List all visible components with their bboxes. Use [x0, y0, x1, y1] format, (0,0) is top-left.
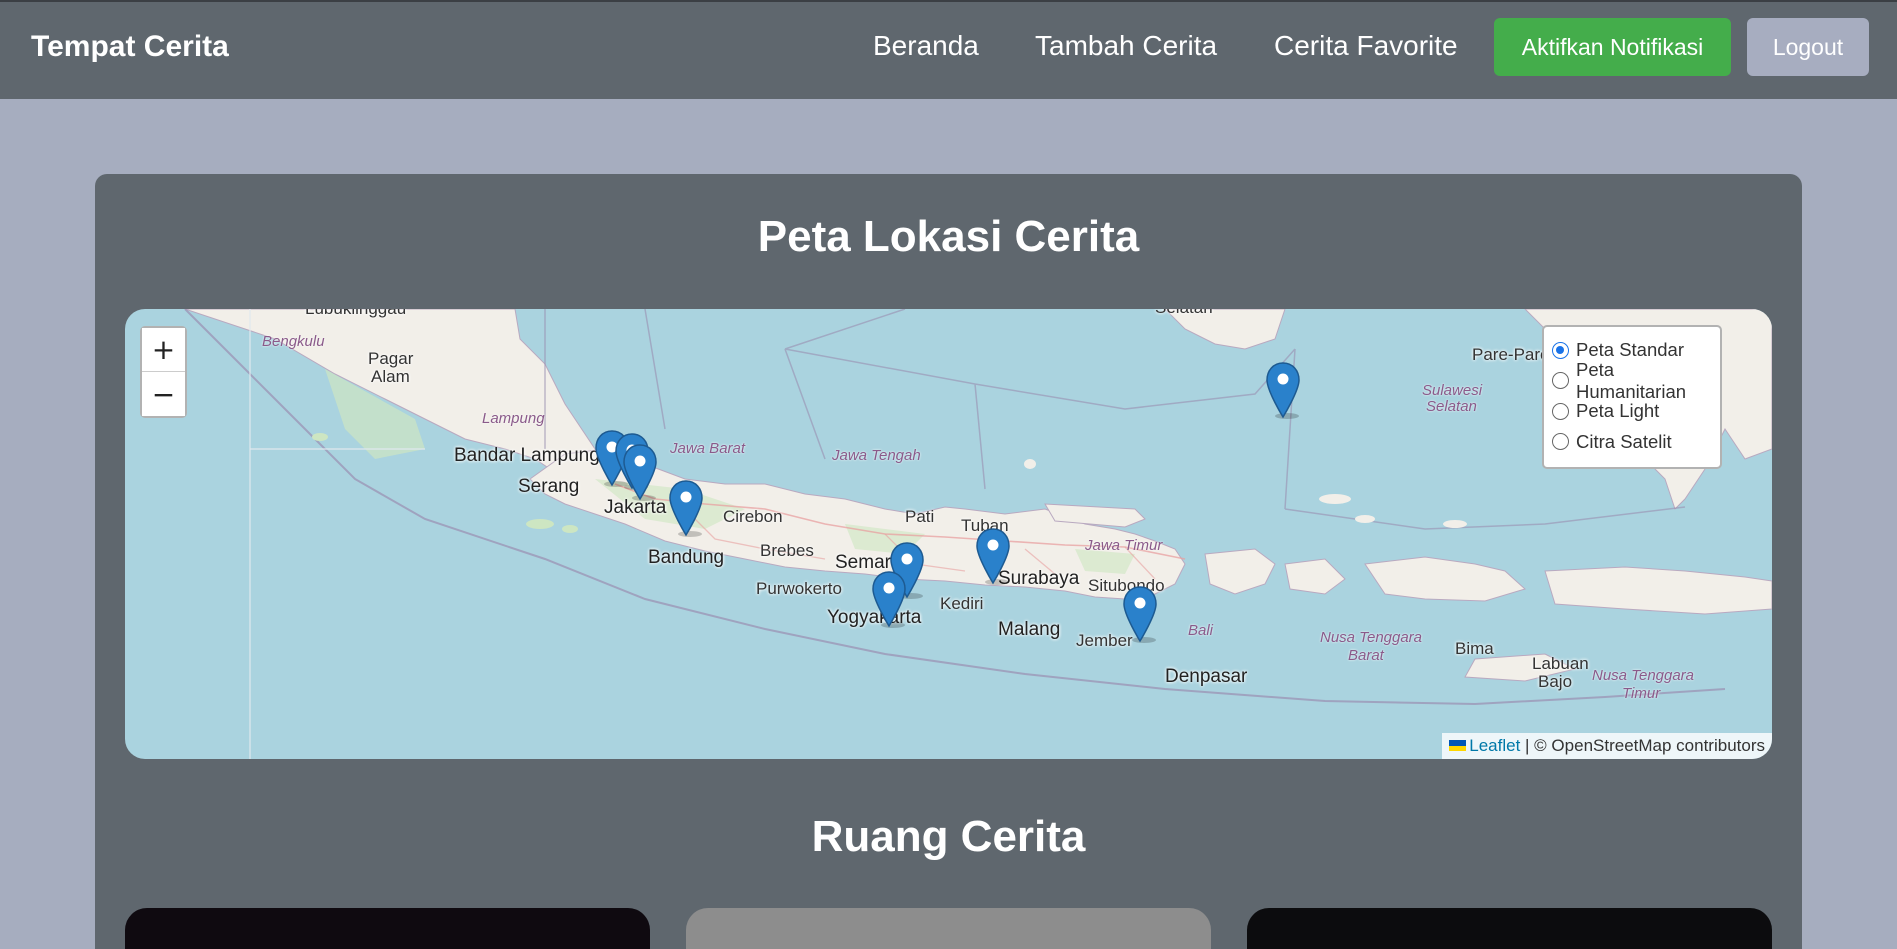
place-label: Pati — [905, 507, 935, 526]
region-label: Nusa Tenggara — [1592, 667, 1695, 684]
region-label: Jawa Tengah — [832, 447, 921, 464]
ukraine-flag-icon — [1449, 740, 1467, 752]
story-location-map[interactable]: Lubuklinggau Bengkulu Pagar Alam Lampung… — [125, 309, 1772, 759]
logout-button[interactable]: Logout — [1747, 18, 1869, 76]
zoom-control: + − — [140, 326, 187, 418]
place-label: Purwokerto — [756, 579, 842, 598]
layer-option-peta-humanitarian[interactable]: Peta Humanitarian — [1552, 359, 1712, 402]
radio-button[interactable] — [1552, 402, 1569, 420]
place-label: Brebes — [760, 541, 814, 560]
place-label: Labuan — [1532, 654, 1589, 673]
place-label: Denpasar — [1165, 666, 1248, 687]
radio-button[interactable] — [1552, 433, 1569, 451]
place-label: Bandar Lampung — [454, 445, 600, 466]
place-label: Alam — [371, 367, 410, 386]
radio-button[interactable] — [1552, 372, 1569, 390]
layer-option-citra-satelit[interactable]: Citra Satelit — [1552, 427, 1712, 458]
map-marker-icon[interactable] — [622, 443, 658, 501]
place-label: Lubuklinggau — [305, 309, 406, 319]
place-label: Bandung — [648, 547, 725, 568]
region-label: Sulawesi — [1422, 382, 1483, 399]
layer-option-label: Peta Light — [1576, 400, 1660, 422]
map-marker-icon[interactable] — [1122, 585, 1158, 643]
navbar: Tempat Cerita Beranda Tambah Cerita Ceri… — [0, 0, 1897, 99]
region-label: Nusa Tenggara — [1320, 629, 1423, 646]
radio-button[interactable] — [1552, 341, 1569, 359]
place-label: Kediri — [940, 594, 984, 613]
zoom-out-button[interactable]: − — [142, 372, 185, 416]
region-label: Bengkulu — [262, 333, 325, 350]
brand-logo[interactable]: Tempat Cerita — [31, 30, 229, 64]
region-label: Selatan — [1426, 398, 1477, 415]
region-label: Barat — [1348, 647, 1384, 664]
map-marker-icon[interactable] — [975, 527, 1011, 585]
layer-control: Peta Standar Peta Humanitarian Peta Ligh… — [1542, 325, 1722, 469]
map-marker-icon[interactable] — [668, 479, 704, 537]
nav-link-tambah-cerita[interactable]: Tambah Cerita — [1035, 30, 1217, 62]
story-card[interactable] — [125, 908, 650, 949]
place-label: Malang — [998, 619, 1061, 640]
nav-link-cerita-favorite[interactable]: Cerita Favorite — [1274, 30, 1458, 62]
place-label: Pagar — [368, 349, 414, 368]
region-label: Lampung — [482, 410, 545, 427]
layer-option-label: Peta Humanitarian — [1576, 358, 1687, 402]
enable-notification-button[interactable]: Aktifkan Notifikasi — [1494, 18, 1731, 76]
story-card[interactable] — [1247, 908, 1772, 949]
attribution-text: | © OpenStreetMap contributors — [1525, 736, 1765, 755]
layer-option-label: Citra Satelit — [1576, 430, 1672, 452]
region-label: Jawa Timur — [1085, 537, 1163, 554]
map-section-title: Peta Lokasi Cerita — [757, 212, 1140, 261]
map-attribution: Leaflet | © OpenStreetMap contributors — [1442, 733, 1772, 759]
story-card[interactable] — [686, 908, 1211, 949]
place-label: Pare-Pare — [1472, 345, 1550, 364]
region-label: Bali — [1188, 622, 1214, 639]
region-label: Jawa Barat — [670, 440, 746, 457]
region-label: Timur — [1622, 685, 1661, 702]
place-label: Cirebon — [723, 507, 783, 526]
map-marker-icon[interactable] — [1265, 361, 1301, 419]
stories-section-title: Ruang Cerita — [811, 812, 1086, 861]
place-label: Bajo — [1538, 672, 1573, 691]
leaflet-link[interactable]: Leaflet — [1469, 736, 1520, 755]
nav-link-beranda[interactable]: Beranda — [873, 30, 979, 62]
zoom-in-button[interactable]: + — [142, 328, 185, 372]
place-label: Selatan — [1155, 309, 1213, 318]
place-label: Bima — [1455, 639, 1494, 658]
map-marker-icon[interactable] — [871, 570, 907, 628]
place-label: Serang — [518, 476, 580, 497]
